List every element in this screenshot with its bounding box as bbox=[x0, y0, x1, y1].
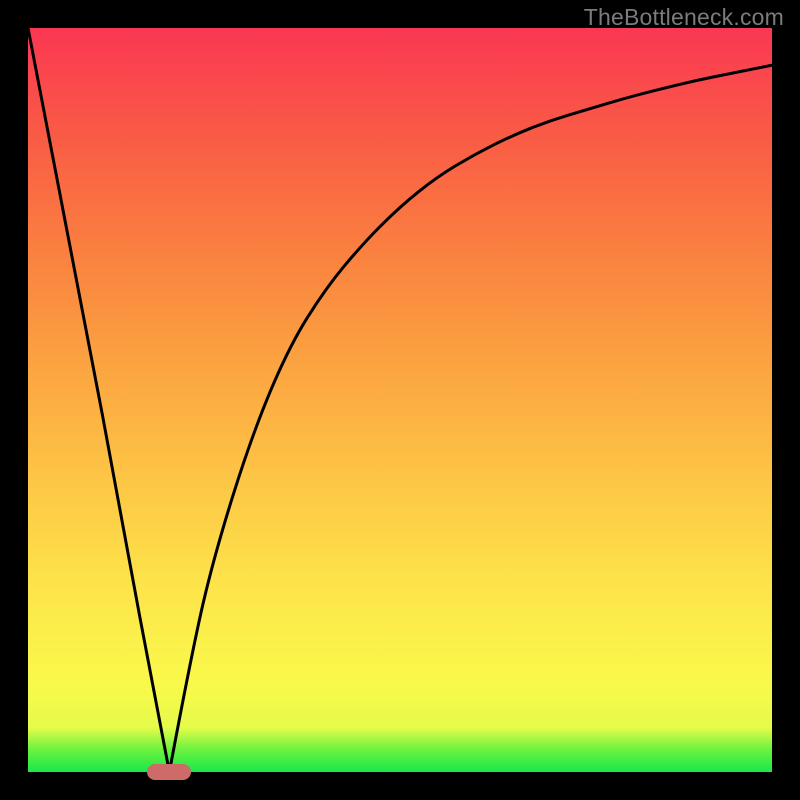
bottleneck-curve bbox=[28, 28, 772, 772]
curve-left-branch bbox=[28, 28, 169, 772]
curve-right-branch bbox=[169, 65, 772, 772]
vertex-marker bbox=[147, 764, 191, 780]
chart-frame: TheBottleneck.com bbox=[0, 0, 800, 800]
watermark-text: TheBottleneck.com bbox=[584, 4, 784, 31]
